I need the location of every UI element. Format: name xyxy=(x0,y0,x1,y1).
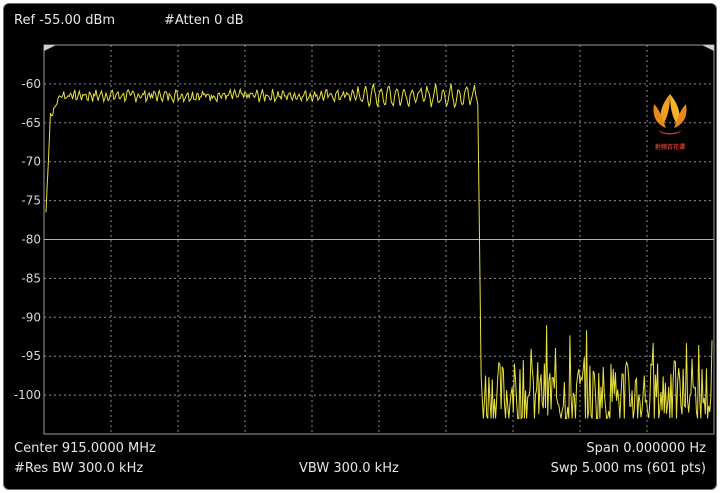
y-tick-label: -90 xyxy=(21,310,41,324)
corner-marker-left xyxy=(44,45,56,51)
spectrum-plot: -60 -65 -70 -75 -80 -85 -90 -95 -100 xyxy=(14,44,715,435)
corner-marker-right xyxy=(702,45,714,51)
center-frequency-label: Center 915.0000 MHz xyxy=(14,441,156,456)
y-tick-label: -80 xyxy=(21,233,41,247)
watermark-logo: 射频百花谭 xyxy=(646,88,694,156)
y-tick-label: -85 xyxy=(21,271,41,285)
y-axis-labels: -60 -65 -70 -75 -80 -85 -90 -95 -100 xyxy=(14,77,41,402)
logo-caption: 射频百花谭 xyxy=(654,144,685,151)
y-tick-label: -95 xyxy=(21,349,41,363)
y-tick-label: -75 xyxy=(21,194,41,208)
resolution-bandwidth-label: #Res BW 300.0 kHz xyxy=(14,461,144,476)
y-tick-label: -100 xyxy=(14,388,41,402)
analyzer-screen: Ref -55.00 dBm #Atten 0 dB -60 -65 -70 -75-… xyxy=(3,3,717,490)
y-tick-label: -60 xyxy=(21,77,41,91)
span-label: Span 0.000000 Hz xyxy=(586,441,706,456)
flower-logo-icon xyxy=(653,94,687,135)
y-tick-label: -70 xyxy=(21,155,41,169)
video-bandwidth-label: VBW 300.0 kHz xyxy=(299,461,399,476)
sweep-time-label: Swp 5.000 ms (601 pts) xyxy=(550,461,706,476)
y-tick-label: -65 xyxy=(21,116,41,130)
